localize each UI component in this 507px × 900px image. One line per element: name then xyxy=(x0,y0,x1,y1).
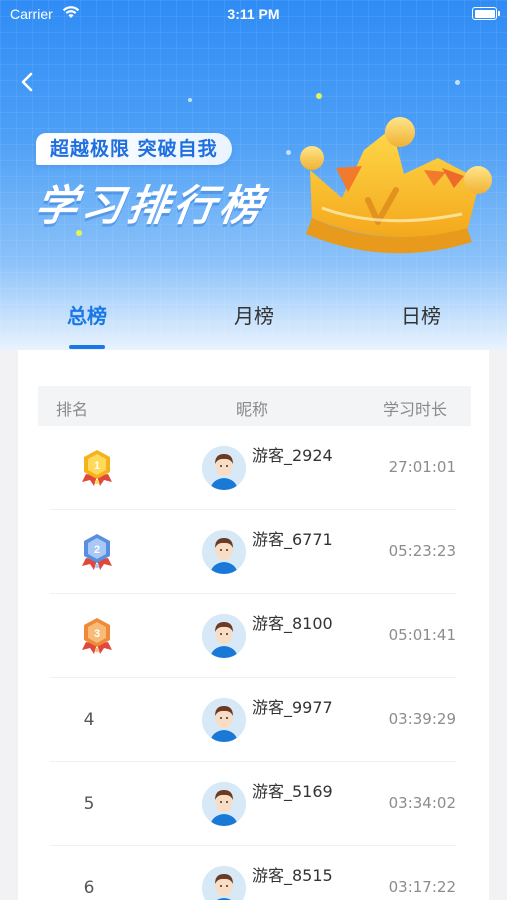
page-title: 学习排行榜 xyxy=(32,181,270,230)
study-duration: 03:39:29 xyxy=(388,710,456,728)
avatar xyxy=(202,530,246,574)
silver-medal-icon: 2 xyxy=(82,534,112,570)
sparkle-dot xyxy=(188,98,192,102)
nickname: 游客_8515 xyxy=(252,866,333,885)
nickname: 游客_9977 xyxy=(252,698,333,717)
avatar xyxy=(202,866,246,900)
avatar xyxy=(202,614,246,658)
rank-number: 6 xyxy=(83,878,95,898)
table-header: 排名 昵称 学习时长 xyxy=(38,386,471,426)
study-duration: 03:34:02 xyxy=(388,794,456,812)
rank-number: 4 xyxy=(83,710,95,730)
clock: 3:11 PM xyxy=(227,6,280,22)
table-row[interactable]: 5 游客_5169 03:34:02 xyxy=(50,762,456,846)
sparkle-dot xyxy=(316,93,322,99)
active-tab-indicator xyxy=(69,345,105,349)
back-arrow-icon[interactable] xyxy=(16,70,40,94)
slogan-badge: 超越极限 突破自我 xyxy=(36,133,232,165)
column-header-nickname: 昵称 xyxy=(236,400,269,419)
tab-daily[interactable]: 日榜 xyxy=(361,300,481,329)
nickname: 游客_6771 xyxy=(252,530,333,549)
battery-icon xyxy=(472,7,500,20)
medal-number: 3 xyxy=(94,628,100,640)
nickname: 游客_2924 xyxy=(252,446,333,465)
medal-number: 1 xyxy=(94,460,100,472)
nickname: 游客_8100 xyxy=(252,614,333,633)
medal-number: 2 xyxy=(94,544,100,556)
tab-overall[interactable]: 总榜 xyxy=(27,300,147,329)
status-bar: Carrier 3:11 PM xyxy=(0,0,507,30)
table-row[interactable]: 1 游客_2924 27:01:01 xyxy=(50,426,456,510)
column-header-rank: 排名 xyxy=(56,400,89,419)
study-duration: 27:01:01 xyxy=(388,458,456,476)
study-duration: 05:01:41 xyxy=(388,626,456,644)
avatar xyxy=(202,698,246,742)
banner-header: Carrier 3:11 PM 超越极限 突破自我 学习排行榜 总榜 月榜 日榜 xyxy=(0,0,507,350)
leaderboard-card: 排名 昵称 学习时长 1 游客_2924 27:01:01 2 游客_6771 05:23… xyxy=(18,350,489,900)
rank-number: 5 xyxy=(83,794,95,814)
table-row[interactable]: 2 游客_6771 05:23:23 xyxy=(50,510,456,594)
gold-medal-icon: 1 xyxy=(82,450,112,486)
column-header-duration: 学习时长 xyxy=(383,400,448,419)
table-row[interactable]: 4 游客_9977 03:39:29 xyxy=(50,678,456,762)
study-duration: 03:17:22 xyxy=(388,878,456,896)
ranking-tabs: 总榜 月榜 日榜 xyxy=(0,300,507,350)
crown-icon xyxy=(300,117,492,254)
nickname: 游客_5169 xyxy=(252,782,333,801)
sparkle-dot xyxy=(455,80,460,85)
sparkle-dot xyxy=(286,150,291,155)
table-row[interactable]: 6 游客_8515 03:17:22 xyxy=(50,846,456,900)
table-row[interactable]: 3 游客_8100 05:01:41 xyxy=(50,594,456,678)
study-duration: 05:23:23 xyxy=(388,542,456,560)
avatar xyxy=(202,782,246,826)
tab-monthly[interactable]: 月榜 xyxy=(194,300,314,329)
bronze-medal-icon: 3 xyxy=(82,618,112,654)
avatar xyxy=(202,446,246,490)
